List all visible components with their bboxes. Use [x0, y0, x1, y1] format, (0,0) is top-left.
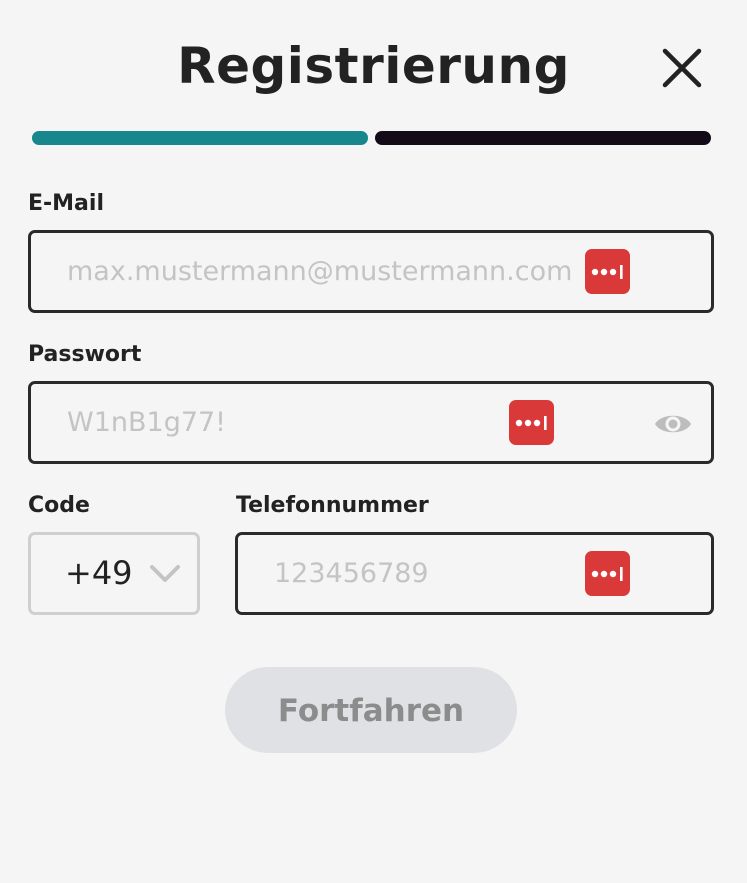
password-manager-icon[interactable]	[585, 249, 630, 294]
password-label: Passwort	[28, 342, 142, 367]
page-title: Registrierung	[177, 37, 570, 95]
country-code-select[interactable]: +49	[28, 532, 200, 615]
phone-field-box	[235, 532, 714, 615]
close-icon	[662, 48, 702, 88]
email-field-box	[28, 230, 714, 313]
password-field[interactable]	[31, 384, 711, 461]
progress-step-2	[375, 131, 711, 145]
email-label: E-Mail	[28, 191, 104, 216]
phone-field[interactable]	[238, 535, 711, 612]
country-code-value: +49	[65, 554, 133, 592]
password-manager-icon[interactable]	[509, 400, 554, 445]
progress-step-1	[32, 131, 368, 145]
show-password-button[interactable]	[653, 410, 693, 438]
continue-button[interactable]: Fortfahren	[225, 667, 517, 753]
password-field-box	[28, 381, 714, 464]
close-button[interactable]	[656, 42, 708, 94]
eye-icon	[655, 415, 691, 433]
chevron-down-icon	[150, 565, 180, 582]
password-manager-icon[interactable]	[585, 551, 630, 596]
code-label: Code	[28, 493, 90, 518]
phone-label: Telefonnummer	[236, 493, 429, 518]
